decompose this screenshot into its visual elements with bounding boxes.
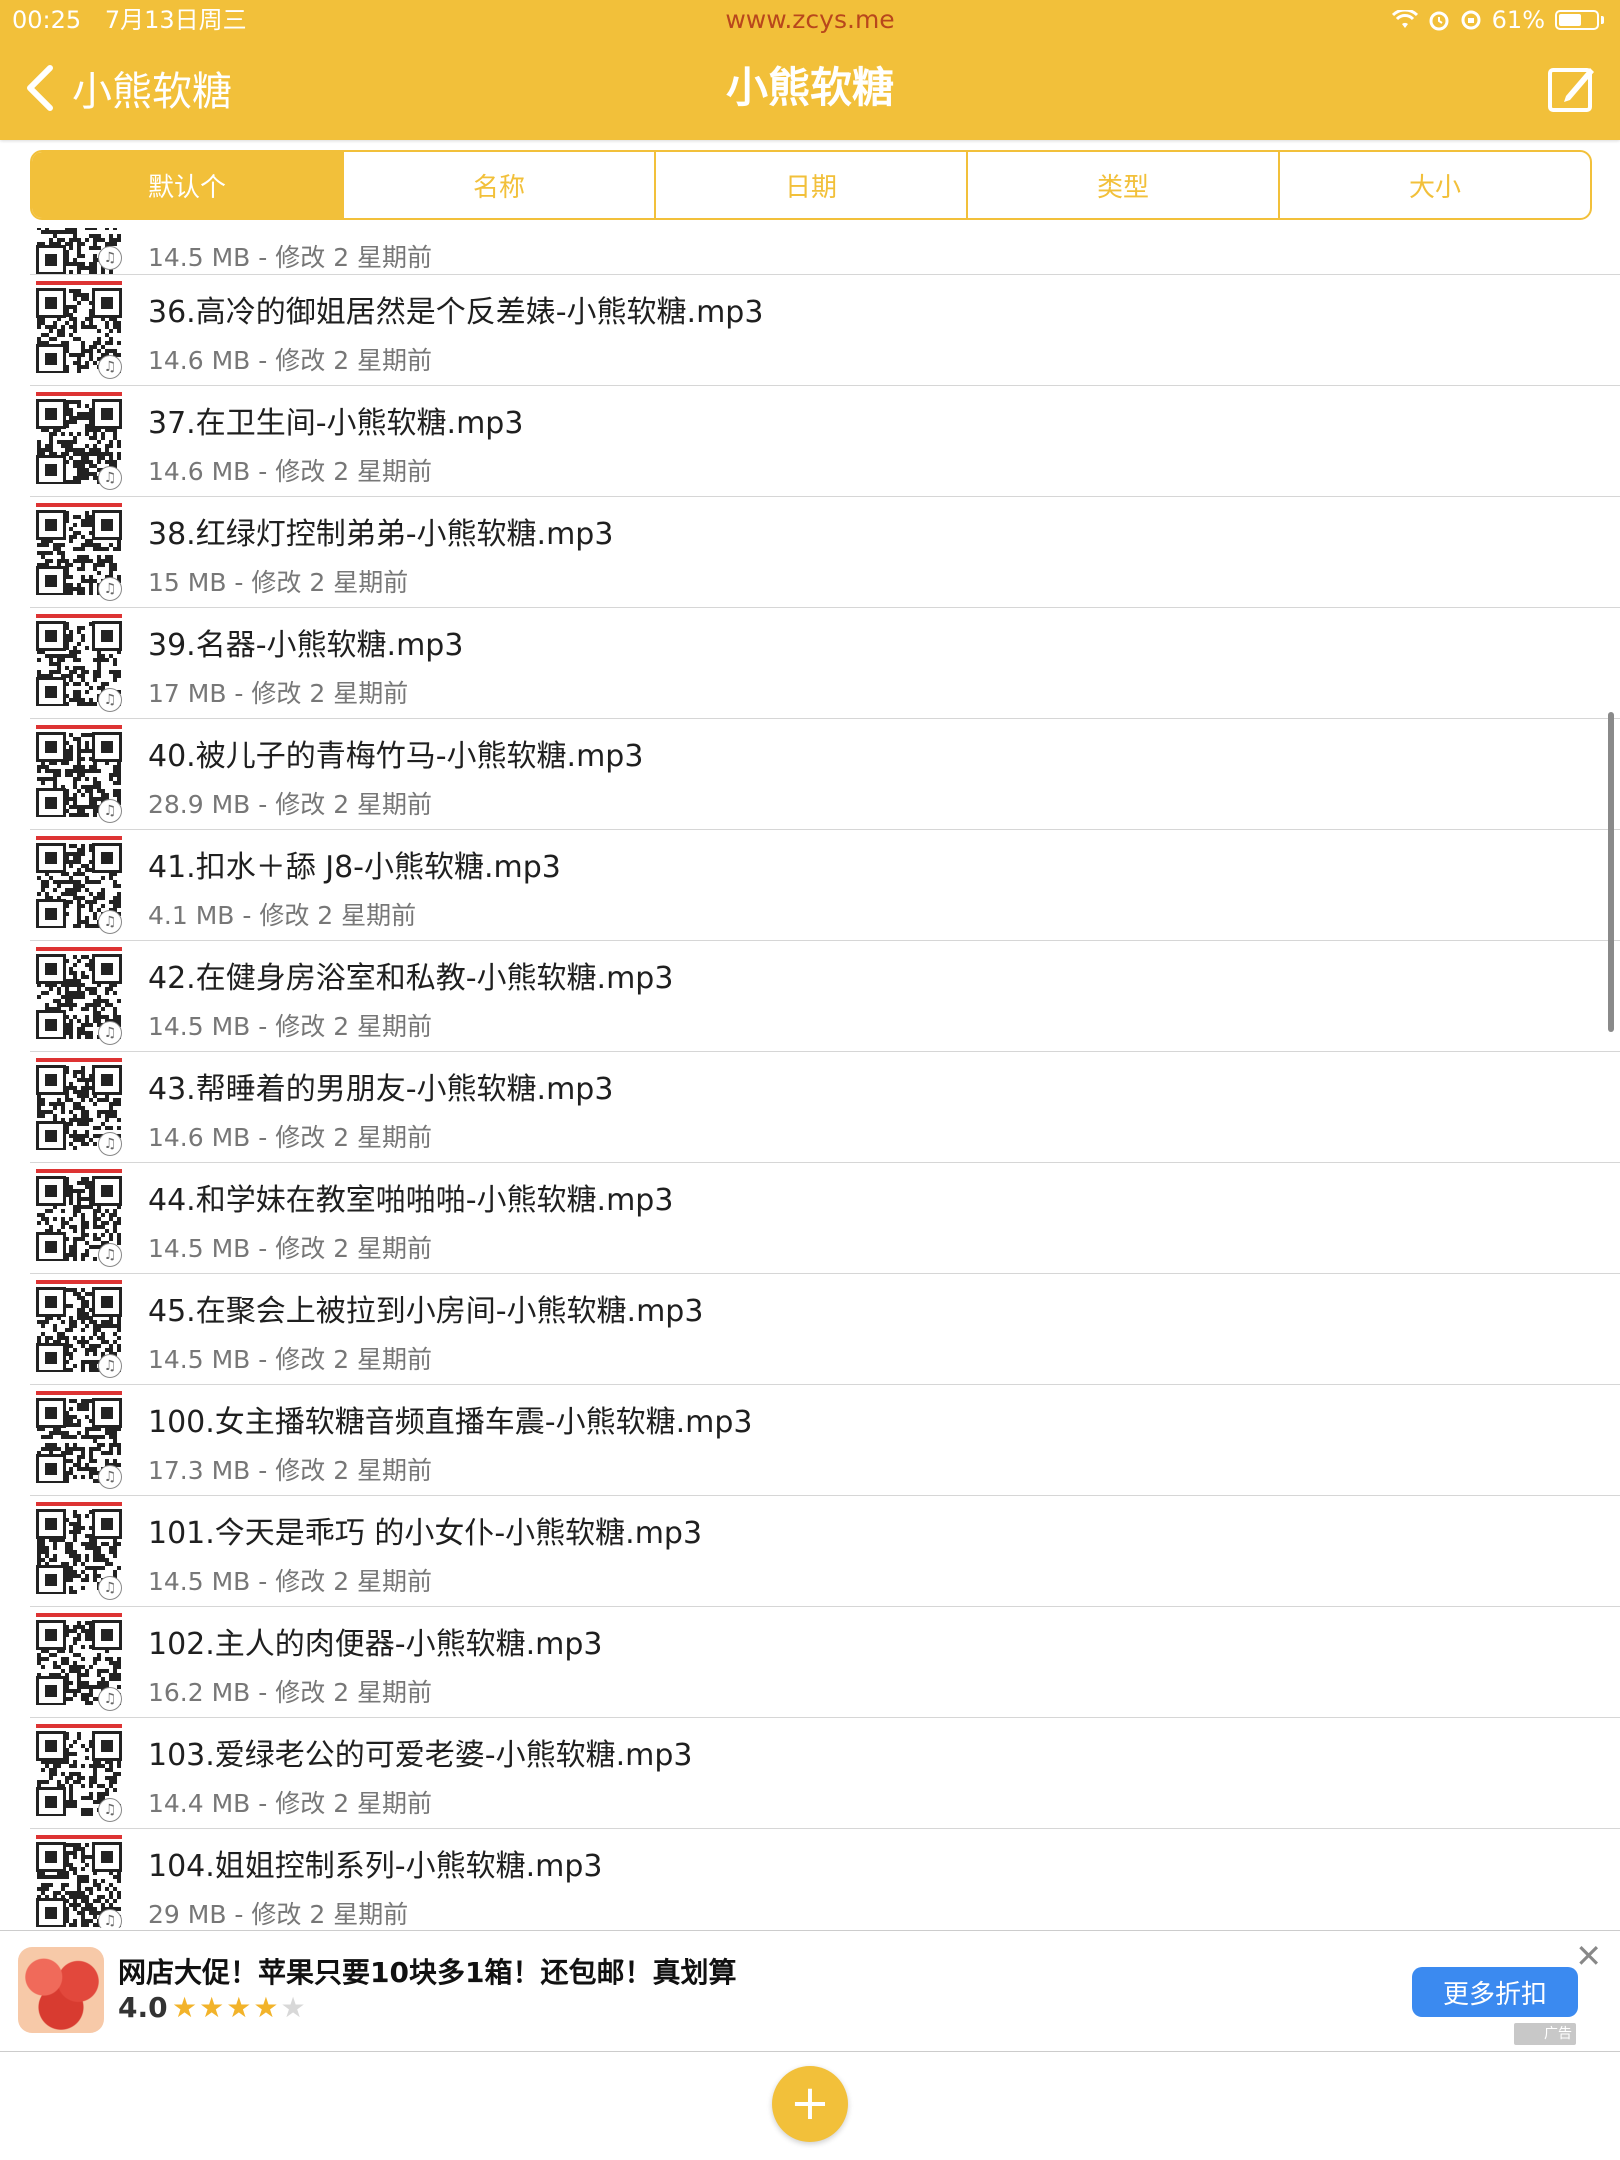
file-row[interactable]: ♫ 38.红绿灯控制弟弟-小熊软糖.mp3 15 MB - 修改 2 星期前 [30, 497, 1620, 608]
file-meta: 14.6 MB - 修改 2 星期前 [148, 346, 433, 375]
file-meta: 14.5 MB - 修改 2 星期前 [148, 1012, 433, 1041]
file-name: 36.高冷的御姐居然是个反差婊-小熊软糖.mp3 [148, 295, 764, 330]
tab-size[interactable]: 大小 [1278, 152, 1590, 218]
file-meta: 14.4 MB - 修改 2 星期前 [148, 1789, 433, 1818]
music-note-icon: ♫ [98, 355, 122, 379]
star-icon: ★ [172, 1991, 200, 2024]
music-note-icon: ♫ [98, 577, 122, 601]
file-row[interactable]: ♫ 40.被儿子的青梅竹马-小熊软糖.mp3 28.9 MB - 修改 2 星期… [30, 719, 1620, 830]
music-note-icon: ♫ [98, 910, 122, 934]
file-row[interactable]: ♫ 102.主人的肉便器-小熊软糖.mp3 16.2 MB - 修改 2 星期前 [30, 1607, 1620, 1718]
file-row[interactable]: ♫ 45.在聚会上被拉到小房间-小熊软糖.mp3 14.5 MB - 修改 2 … [30, 1274, 1620, 1385]
wifi-icon [1391, 10, 1418, 28]
star-icon: ★ [253, 1991, 281, 2024]
add-button[interactable]: + [772, 2066, 848, 2142]
file-meta: 14.5 MB - 修改 2 星期前 [148, 1345, 433, 1374]
file-meta: 17.3 MB - 修改 2 星期前 [148, 1456, 433, 1485]
music-note-icon: ♫ [98, 1687, 122, 1711]
file-name: 38.红绿灯控制弟弟-小熊软糖.mp3 [148, 517, 614, 552]
file-name: 41.扣水＋舔 J8-小熊软糖.mp3 [148, 850, 561, 885]
ad-stars: ★★★★★ [172, 1991, 308, 2024]
file-name: 37.在卫生间-小熊软糖.mp3 [148, 406, 524, 441]
star-icon: ★ [199, 1991, 227, 2024]
file-meta: 29 MB - 修改 2 星期前 [148, 1900, 409, 1928]
file-row[interactable]: ♫ 41.扣水＋舔 J8-小熊软糖.mp3 4.1 MB - 修改 2 星期前 [30, 830, 1620, 941]
file-row[interactable]: ♫ 101.今天是乖巧 的小女仆-小熊软糖.mp3 14.5 MB - 修改 2… [30, 1496, 1620, 1607]
file-name: 103.爱绿老公的可爱老婆-小熊软糖.mp3 [148, 1738, 693, 1773]
file-row[interactable]: ♫ 44.和学妹在教室啪啪啪-小熊软糖.mp3 14.5 MB - 修改 2 星… [30, 1163, 1620, 1274]
file-name: 40.被儿子的青梅竹马-小熊软糖.mp3 [148, 739, 644, 774]
ad-apple-image [18, 1947, 104, 2033]
file-meta: 4.1 MB - 修改 2 星期前 [148, 901, 417, 930]
file-name: 44.和学妹在教室啪啪啪-小熊软糖.mp3 [148, 1183, 674, 1218]
edit-icon [1548, 68, 1594, 112]
file-row[interactable]: ♫ 39.名器-小熊软糖.mp3 17 MB - 修改 2 星期前 [30, 608, 1620, 719]
file-row[interactable]: ♫ 104.姐姐控制系列-小熊软糖.mp3 29 MB - 修改 2 星期前 [30, 1829, 1620, 1928]
battery-cap [1601, 16, 1604, 24]
status-url: www.zcys.me [725, 5, 895, 34]
battery-percent: 61% [1491, 6, 1545, 34]
file-name: 43.帮睡着的男朋友-小熊软糖.mp3 [148, 1072, 614, 1107]
edit-button[interactable] [1546, 62, 1598, 114]
file-meta: 15 MB - 修改 2 星期前 [148, 568, 409, 597]
ad-cta-button[interactable]: 更多折扣 [1412, 1967, 1578, 2017]
tab-name[interactable]: 名称 [342, 152, 654, 218]
tab-type[interactable]: 类型 [966, 152, 1278, 218]
file-meta: 14.5 MB - 修改 2 星期前 [148, 1234, 433, 1263]
music-note-icon: ♫ [98, 1132, 122, 1156]
status-indicators: 61% [1391, 4, 1604, 36]
music-note-icon: ♫ [98, 1798, 122, 1822]
alarm-icon [1429, 11, 1449, 31]
music-note-icon: ♫ [98, 1021, 122, 1045]
file-row[interactable]: ♫ 42.在健身房浴室和私教-小熊软糖.mp3 14.5 MB - 修改 2 星… [30, 941, 1620, 1052]
music-note-icon: ♫ [98, 799, 122, 823]
ad-rating: 4.0 [118, 1991, 168, 2024]
file-name: 45.在聚会上被拉到小房间-小熊软糖.mp3 [148, 1294, 704, 1329]
scrollbar[interactable] [1608, 712, 1614, 1032]
file-name: 100.女主播软糖音频直播车震-小熊软糖.mp3 [148, 1405, 753, 1440]
file-row[interactable]: ♫ 36.高冷的御姐居然是个反差婊-小熊软糖.mp3 14.6 MB - 修改 … [30, 275, 1620, 386]
music-note-icon: ♫ [98, 688, 122, 712]
file-meta: 28.9 MB - 修改 2 星期前 [148, 790, 433, 819]
music-note-icon: ♫ [98, 1354, 122, 1378]
music-note-icon: ♫ [98, 1576, 122, 1600]
file-name: 42.在健身房浴室和私教-小熊软糖.mp3 [148, 961, 674, 996]
star-icon: ★ [280, 1991, 308, 2024]
star-icon: ★ [226, 1991, 254, 2024]
page-title: 小熊软糖 [725, 63, 894, 112]
ad-banner[interactable]: 网店大促！苹果只要10块多1箱！还包邮！真划算 4.0 ★★★★★ 更多折扣 ✕… [0, 1930, 1620, 2052]
tab-default[interactable]: 默认个 [32, 152, 342, 218]
music-note-icon: ♫ [98, 1243, 122, 1267]
file-row[interactable]: ♫ 103.爱绿老公的可爱老婆-小熊软糖.mp3 14.4 MB - 修改 2 … [30, 1718, 1620, 1829]
orientation-lock-icon [1461, 10, 1481, 30]
file-name: 101.今天是乖巧 的小女仆-小熊软糖.mp3 [148, 1516, 703, 1551]
file-meta: 14.6 MB - 修改 2 星期前 [148, 1123, 433, 1152]
file-row[interactable]: ♫ 37.在卫生间-小熊软糖.mp3 14.6 MB - 修改 2 星期前 [30, 386, 1620, 497]
music-note-icon: ♫ [98, 1909, 122, 1928]
ad-tag: 广告 [1514, 2023, 1576, 2045]
close-icon[interactable]: ✕ [1575, 1937, 1602, 1975]
file-meta: 16.2 MB - 修改 2 星期前 [148, 1678, 433, 1707]
file-row[interactable]: ♫ 43.帮睡着的男朋友-小熊软糖.mp3 14.6 MB - 修改 2 星期前 [30, 1052, 1620, 1163]
music-note-icon: ♫ [98, 1465, 122, 1489]
battery-icon [1555, 10, 1599, 30]
file-meta: 17 MB - 修改 2 星期前 [148, 679, 409, 708]
file-meta: 14.6 MB - 修改 2 星期前 [148, 457, 433, 486]
sort-tabs: 默认个 名称 日期 类型 大小 [30, 150, 1592, 220]
music-note-icon: ♫ [98, 246, 122, 270]
file-meta: 14.5 MB - 修改 2 星期前 [148, 1567, 433, 1596]
tab-date[interactable]: 日期 [654, 152, 966, 218]
ad-title: 网店大促！苹果只要10块多1箱！还包邮！真划算 [118, 1956, 737, 1989]
file-row[interactable]: ♫ 100.女主播软糖音频直播车震-小熊软糖.mp3 17.3 MB - 修改 … [30, 1385, 1620, 1496]
file-name: 104.姐姐控制系列-小熊软糖.mp3 [148, 1849, 603, 1884]
file-name: 39.名器-小熊软糖.mp3 [148, 628, 464, 663]
music-note-icon: ♫ [98, 466, 122, 490]
nav-bar: 00:25 7月13日周三 www.zcys.me 61% 小熊软糖 小熊软糖 [0, 0, 1620, 140]
file-meta: 14.5 MB - 修改 2 星期前 [148, 243, 433, 272]
file-row[interactable]: ♫ 14.5 MB - 修改 2 星期前 [30, 228, 1620, 275]
file-list: ♫ 14.5 MB - 修改 2 星期前 ♫ 36.高冷的御姐居然是个反差婊-小… [0, 228, 1620, 1928]
file-name: 102.主人的肉便器-小熊软糖.mp3 [148, 1627, 603, 1662]
